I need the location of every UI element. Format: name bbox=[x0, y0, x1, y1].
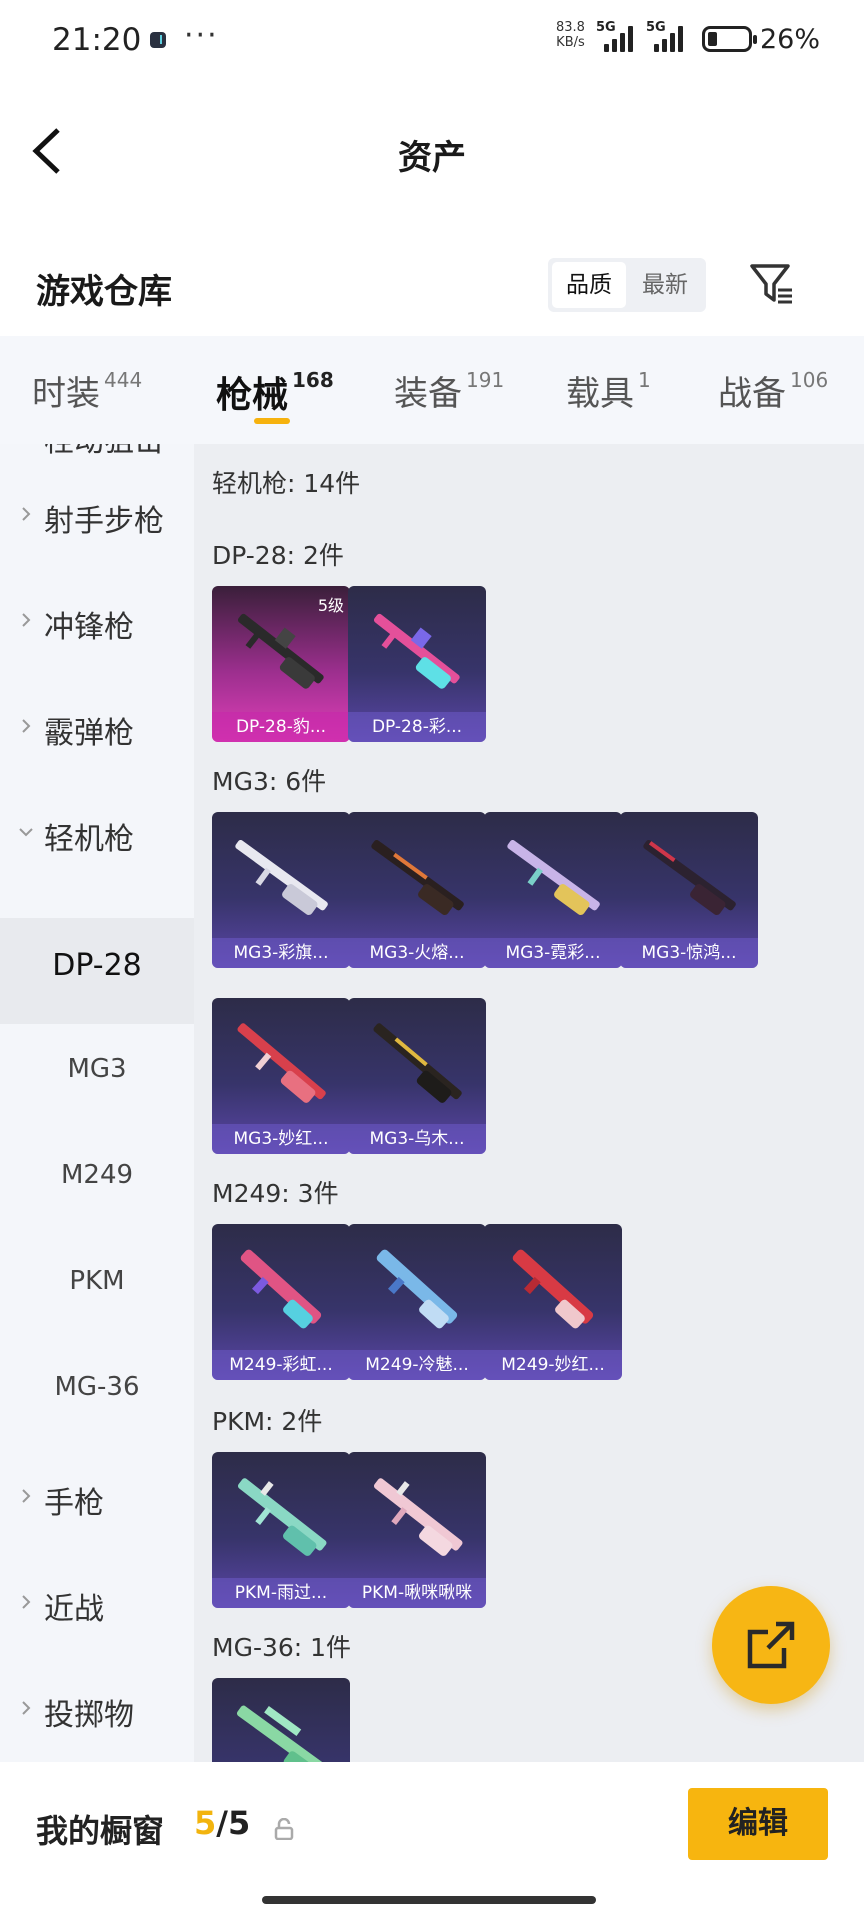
weapon-card[interactable]: MG3-乌木... bbox=[348, 998, 486, 1154]
gun-skin-image bbox=[373, 613, 460, 689]
weapon-card-name: MG3-火熔... bbox=[348, 938, 486, 968]
active-tab-indicator bbox=[254, 418, 290, 424]
gun-skin-image bbox=[240, 1249, 322, 1329]
sidebar-item-melee[interactable]: 近战 bbox=[0, 1554, 194, 1660]
status-bar: 21:20 ··· 83.8 KB/s 5G 5G 26% bbox=[0, 0, 864, 80]
sidebar-item-shotgun[interactable]: 霰弹枪 bbox=[0, 678, 194, 784]
status-time: 21:20 bbox=[52, 22, 142, 58]
sidebar-item-lmg[interactable]: 轻机枪 bbox=[0, 784, 194, 890]
sidebar-subitem-m249[interactable]: M249 bbox=[0, 1130, 194, 1236]
gun-skin-image bbox=[236, 1705, 328, 1762]
weapon-card-name: PKM-啾咪啾咪 bbox=[348, 1578, 486, 1608]
weapon-card-name: M249-冷魅... bbox=[348, 1350, 486, 1380]
home-indicator[interactable] bbox=[262, 1896, 596, 1904]
tiktok-notification-icon bbox=[150, 32, 166, 48]
weapon-card[interactable]: PKM-啾咪啾咪 bbox=[348, 1452, 486, 1608]
category-tabs: 时装 444 枪械 168 装备 191 载具 1 战备 106 bbox=[0, 336, 864, 444]
gun-skin-image bbox=[376, 1249, 458, 1329]
share-button[interactable] bbox=[712, 1586, 830, 1704]
gun-skin-image bbox=[507, 840, 600, 915]
weapon-card[interactable]: M249-妙红... bbox=[484, 1224, 622, 1380]
filter-icon bbox=[750, 264, 792, 304]
weapon-card-name: M249-彩虹... bbox=[212, 1350, 350, 1380]
gun-skin-image bbox=[643, 840, 736, 915]
weapon-grid: 轻机枪: 14件 DP-28: 2件 5级 DP-28-豹... DP-28-彩… bbox=[194, 444, 864, 1762]
weapon-card[interactable]: MG3-彩旗... bbox=[212, 812, 350, 968]
section-title: M249: 3件 bbox=[212, 1179, 339, 1208]
chevron-right-icon bbox=[22, 719, 31, 733]
tab-equipment[interactable]: 装备 191 bbox=[394, 366, 504, 415]
page-title: 资产 bbox=[398, 138, 466, 178]
showcase-count: 5/5 bbox=[194, 1804, 251, 1842]
category-total: 轻机枪: 14件 bbox=[212, 469, 361, 498]
weapon-card[interactable]: MG3-惊鸿... bbox=[620, 812, 758, 968]
sidebar-subitem-pkm[interactable]: PKM bbox=[0, 1236, 194, 1342]
weapon-card[interactable] bbox=[212, 1678, 350, 1762]
level-badge: 5级 bbox=[317, 596, 344, 615]
sort-quality-button[interactable]: 品质 bbox=[552, 262, 626, 308]
gun-skin-image bbox=[512, 1249, 594, 1329]
signal-bars-icon bbox=[654, 26, 688, 52]
chevron-right-icon bbox=[22, 507, 31, 521]
tab-firearms[interactable]: 枪械 168 bbox=[216, 366, 334, 418]
chevron-down-icon bbox=[19, 828, 33, 837]
weapon-card[interactable]: M249-彩虹... bbox=[212, 1224, 350, 1380]
sidebar-item-throwable[interactable]: 投掷物 bbox=[0, 1660, 194, 1762]
weapon-card-name: MG3-惊鸿... bbox=[620, 938, 758, 968]
gun-skin-image bbox=[237, 1478, 327, 1556]
sidebar-subitem-mg36[interactable]: MG-36 bbox=[0, 1342, 194, 1448]
tab-supplies[interactable]: 战备 106 bbox=[718, 366, 828, 415]
weapon-card[interactable]: MG3-火熔... bbox=[348, 812, 486, 968]
sidebar-item-dmr[interactable]: 射手步枪 bbox=[0, 466, 194, 572]
showcase-title: 我的橱窗 bbox=[36, 1812, 165, 1850]
filter-button[interactable] bbox=[748, 260, 796, 308]
weapon-card-name: MG3-霓彩... bbox=[484, 938, 622, 968]
battery-percent: 26% bbox=[760, 24, 821, 55]
chevron-right-icon bbox=[22, 613, 31, 627]
weapon-card-name: DP-28-彩... bbox=[348, 712, 486, 742]
weapon-card[interactable]: MG3-妙红... bbox=[212, 998, 350, 1154]
weapon-type-sidebar: 栓动狙击 射手步枪 冲锋枪 霰弹枪 轻机枪 DP-28 MG3 M249 PKM… bbox=[0, 444, 194, 1762]
tab-vehicle[interactable]: 载具 1 bbox=[566, 366, 651, 415]
sort-newest-button[interactable]: 最新 bbox=[628, 262, 702, 308]
chevron-right-icon bbox=[22, 1489, 31, 1503]
weapon-card-name: MG3-乌木... bbox=[348, 1124, 486, 1154]
weapon-card-name: DP-28-豹... bbox=[212, 712, 350, 742]
more-notifications-icon: ··· bbox=[184, 18, 219, 53]
gun-skin-image bbox=[235, 840, 328, 915]
sidebar-subitem-mg3[interactable]: MG3 bbox=[0, 1024, 194, 1130]
weapon-card[interactable]: 5级 DP-28-豹... bbox=[212, 586, 350, 742]
section-title: PKM: 2件 bbox=[212, 1407, 323, 1436]
sort-toggle: 品质 最新 bbox=[548, 258, 706, 312]
weapon-card[interactable]: PKM-雨过... bbox=[212, 1452, 350, 1608]
gun-skin-image bbox=[237, 1023, 326, 1103]
gun-skin-image bbox=[373, 1023, 462, 1103]
unlock-icon bbox=[274, 1818, 294, 1840]
tab-costume[interactable]: 时装 444 bbox=[32, 366, 142, 415]
weapon-card-name: MG3-彩旗... bbox=[212, 938, 350, 968]
signal-bars-icon bbox=[604, 26, 638, 52]
sidebar-item-smg[interactable]: 冲锋枪 bbox=[0, 572, 194, 678]
weapon-card-name: PKM-雨过... bbox=[212, 1578, 350, 1608]
share-icon bbox=[747, 1621, 795, 1669]
weapon-card-name: M249-妙红... bbox=[484, 1350, 622, 1380]
weapon-card[interactable]: MG3-霓彩... bbox=[484, 812, 622, 968]
battery-icon bbox=[702, 26, 757, 52]
weapon-card[interactable]: M249-冷魅... bbox=[348, 1224, 486, 1380]
gun-skin-image bbox=[373, 1478, 463, 1556]
edit-button[interactable]: 编辑 bbox=[688, 1788, 828, 1860]
sidebar-subitem-dp28[interactable]: DP-28 bbox=[0, 918, 194, 1024]
network-speed: 83.8 KB/s bbox=[556, 20, 585, 50]
chevron-right-icon bbox=[22, 1595, 31, 1609]
section-title: MG3: 6件 bbox=[212, 767, 327, 796]
section-title: MG-36: 1件 bbox=[212, 1633, 352, 1662]
chevron-right-icon bbox=[22, 1701, 31, 1715]
weapon-card[interactable]: DP-28-彩... bbox=[348, 586, 486, 742]
sidebar-item-pistol[interactable]: 手枪 bbox=[0, 1448, 194, 1554]
section-title: DP-28: 2件 bbox=[212, 541, 344, 570]
weapon-card-name: MG3-妙红... bbox=[212, 1124, 350, 1154]
gun-skin-image bbox=[371, 840, 464, 915]
warehouse-title: 游戏仓库 bbox=[36, 272, 172, 312]
